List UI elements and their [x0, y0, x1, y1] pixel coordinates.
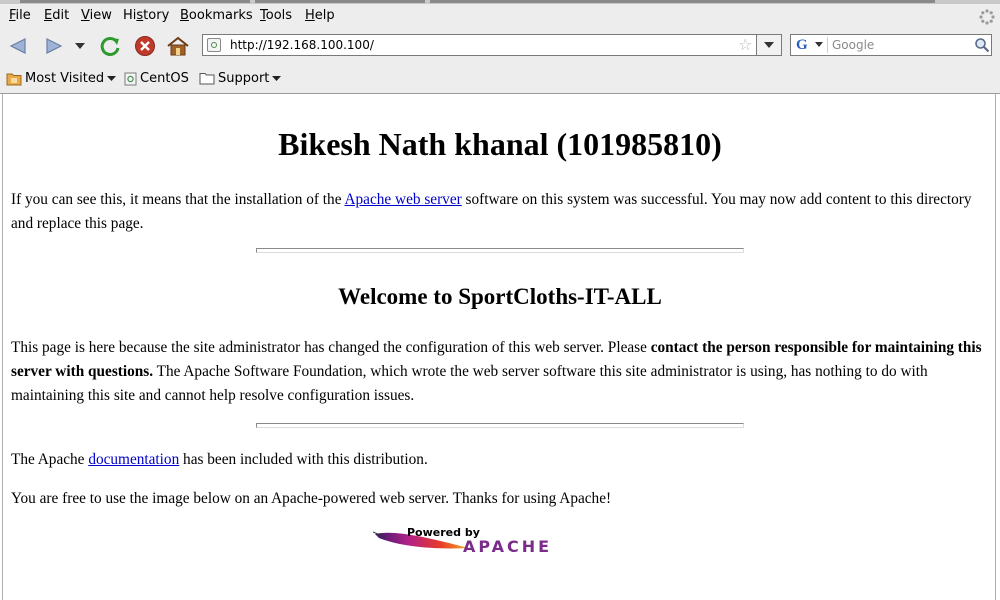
documentation-link[interactable]: documentation — [88, 451, 179, 468]
bookmark-most-visited[interactable]: Most Visited — [6, 71, 117, 86]
horizontal-rule — [256, 423, 744, 428]
search-engine-selector[interactable]: G — [793, 37, 828, 53]
menu-file[interactable]: File — [9, 8, 31, 23]
home-icon — [167, 36, 189, 56]
site-identity-icon[interactable] — [207, 38, 221, 52]
google-g-icon: G — [796, 37, 808, 53]
window-title-segment — [20, 0, 250, 3]
url-bar[interactable]: http://192.168.100.100/ ☆ — [202, 34, 782, 56]
search-input[interactable]: Google — [832, 38, 874, 52]
usage-paragraph: You are free to use the image below on a… — [11, 490, 612, 507]
chevron-down-icon — [815, 42, 823, 47]
bookmark-centos[interactable]: CentOS — [124, 71, 189, 86]
bookmarks-toolbar: Most Visited CentOS Support — [0, 64, 1000, 94]
history-dropdown-button[interactable] — [72, 38, 88, 54]
window-title-segment — [430, 0, 935, 3]
stop-button[interactable] — [133, 34, 157, 58]
menu-edit[interactable]: Edit — [44, 8, 69, 23]
stop-icon — [135, 36, 155, 56]
chevron-down-icon — [272, 76, 282, 81]
magnifier-icon[interactable] — [974, 37, 990, 53]
menu-help[interactable]: Help — [305, 8, 335, 23]
back-arrow-icon — [9, 38, 26, 54]
home-button[interactable] — [166, 34, 190, 58]
url-history-dropdown[interactable] — [756, 34, 782, 56]
window-title-segment — [255, 0, 425, 3]
star-icon[interactable]: ☆ — [738, 35, 752, 54]
reload-icon — [100, 36, 120, 56]
forward-arrow-icon — [46, 38, 63, 54]
folder-icon — [6, 73, 22, 85]
menu-bookmarks[interactable]: Bookmarks — [180, 8, 253, 23]
chevron-down-icon — [764, 42, 774, 48]
page-viewport: Bikesh Nath khanal (101985810) If you ca… — [2, 94, 996, 600]
chevron-down-icon — [107, 76, 117, 81]
intro-paragraph: If you can see this, it means that the i… — [11, 191, 972, 232]
activity-throbber-icon — [979, 9, 995, 25]
url-text[interactable]: http://192.168.100.100/ — [230, 38, 374, 52]
search-box[interactable]: G Google — [790, 34, 992, 56]
documentation-paragraph: The Apache documentation has been includ… — [11, 451, 428, 468]
apache-web-server-link[interactable]: Apache web server — [344, 191, 461, 208]
chevron-down-icon — [75, 43, 85, 49]
menu-history[interactable]: History — [123, 8, 169, 23]
forward-button[interactable] — [42, 35, 66, 57]
folder-icon — [199, 73, 215, 85]
reload-button[interactable] — [98, 34, 122, 58]
bookmark-support[interactable]: Support — [199, 71, 282, 86]
apache-wordmark: APACHE — [463, 537, 553, 556]
horizontal-rule — [256, 248, 744, 253]
page-title: Bikesh Nath khanal (101985810) — [278, 126, 722, 162]
menu-tools[interactable]: Tools — [260, 8, 292, 23]
page-icon — [124, 72, 137, 85]
admin-notice-paragraph: This page is here because the site admin… — [11, 339, 982, 404]
powered-by-apache-logo: Powered by APACHE — [373, 526, 623, 556]
back-button[interactable] — [6, 35, 30, 57]
menu-bar: File Edit View History Bookmarks Tools H… — [0, 4, 1000, 27]
welcome-heading: Welcome to SportCloths-IT-ALL — [338, 284, 662, 309]
menu-view[interactable]: View — [81, 8, 112, 23]
